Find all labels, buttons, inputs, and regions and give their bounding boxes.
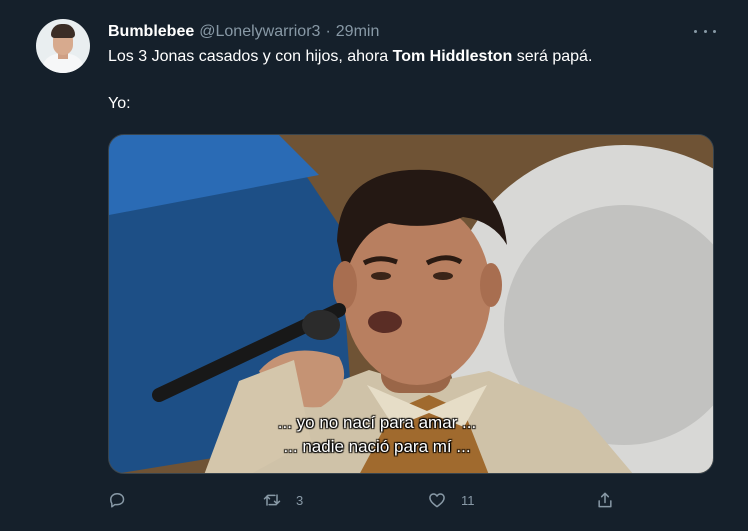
tweet[interactable]: Bumblebee @Lonelywarrior3 · 29min Los 3 … bbox=[0, 0, 748, 531]
tweet-text: Los 3 Jonas casados y con hijos, ahora T… bbox=[108, 47, 592, 67]
tweet-actions: 3 11 bbox=[0, 490, 748, 514]
reply-button[interactable] bbox=[107, 490, 141, 510]
media-subtitle-line2: ... nadie nació para mí ... bbox=[283, 437, 471, 456]
more-icon[interactable] bbox=[694, 23, 716, 39]
user-handle[interactable]: @Lonelywarrior3 bbox=[199, 23, 320, 41]
separator: · bbox=[325, 23, 331, 40]
retweet-count: 3 bbox=[296, 492, 304, 508]
share-icon bbox=[598, 492, 612, 508]
retweet-icon bbox=[263, 494, 281, 506]
timestamp[interactable]: 29min bbox=[336, 23, 380, 41]
display-name[interactable]: Bumblebee bbox=[108, 23, 194, 41]
tweet-text-bold[interactable]: Tom Hiddleston bbox=[393, 48, 513, 65]
tweet-text-line2: Yo: bbox=[108, 95, 131, 112]
share-button[interactable] bbox=[595, 490, 615, 510]
like-count: 11 bbox=[461, 492, 475, 508]
tweet-media[interactable]: ... yo no nací para amar ... ... nadie n… bbox=[108, 134, 714, 474]
avatar[interactable] bbox=[36, 19, 90, 73]
media-subtitle-line1: ... yo no nací para amar ... bbox=[277, 413, 477, 432]
like-button[interactable]: 11 bbox=[427, 490, 475, 510]
tweet-text-end: será papá. bbox=[512, 48, 593, 65]
reply-icon bbox=[110, 493, 125, 508]
tweet-text-start: Los 3 Jonas casados y con hijos, ahora bbox=[108, 48, 393, 65]
retweet-button[interactable]: 3 bbox=[262, 490, 303, 510]
tweet-header: Bumblebee @Lonelywarrior3 · 29min bbox=[108, 22, 379, 42]
like-icon bbox=[429, 493, 445, 508]
avatar-hair bbox=[51, 24, 75, 38]
